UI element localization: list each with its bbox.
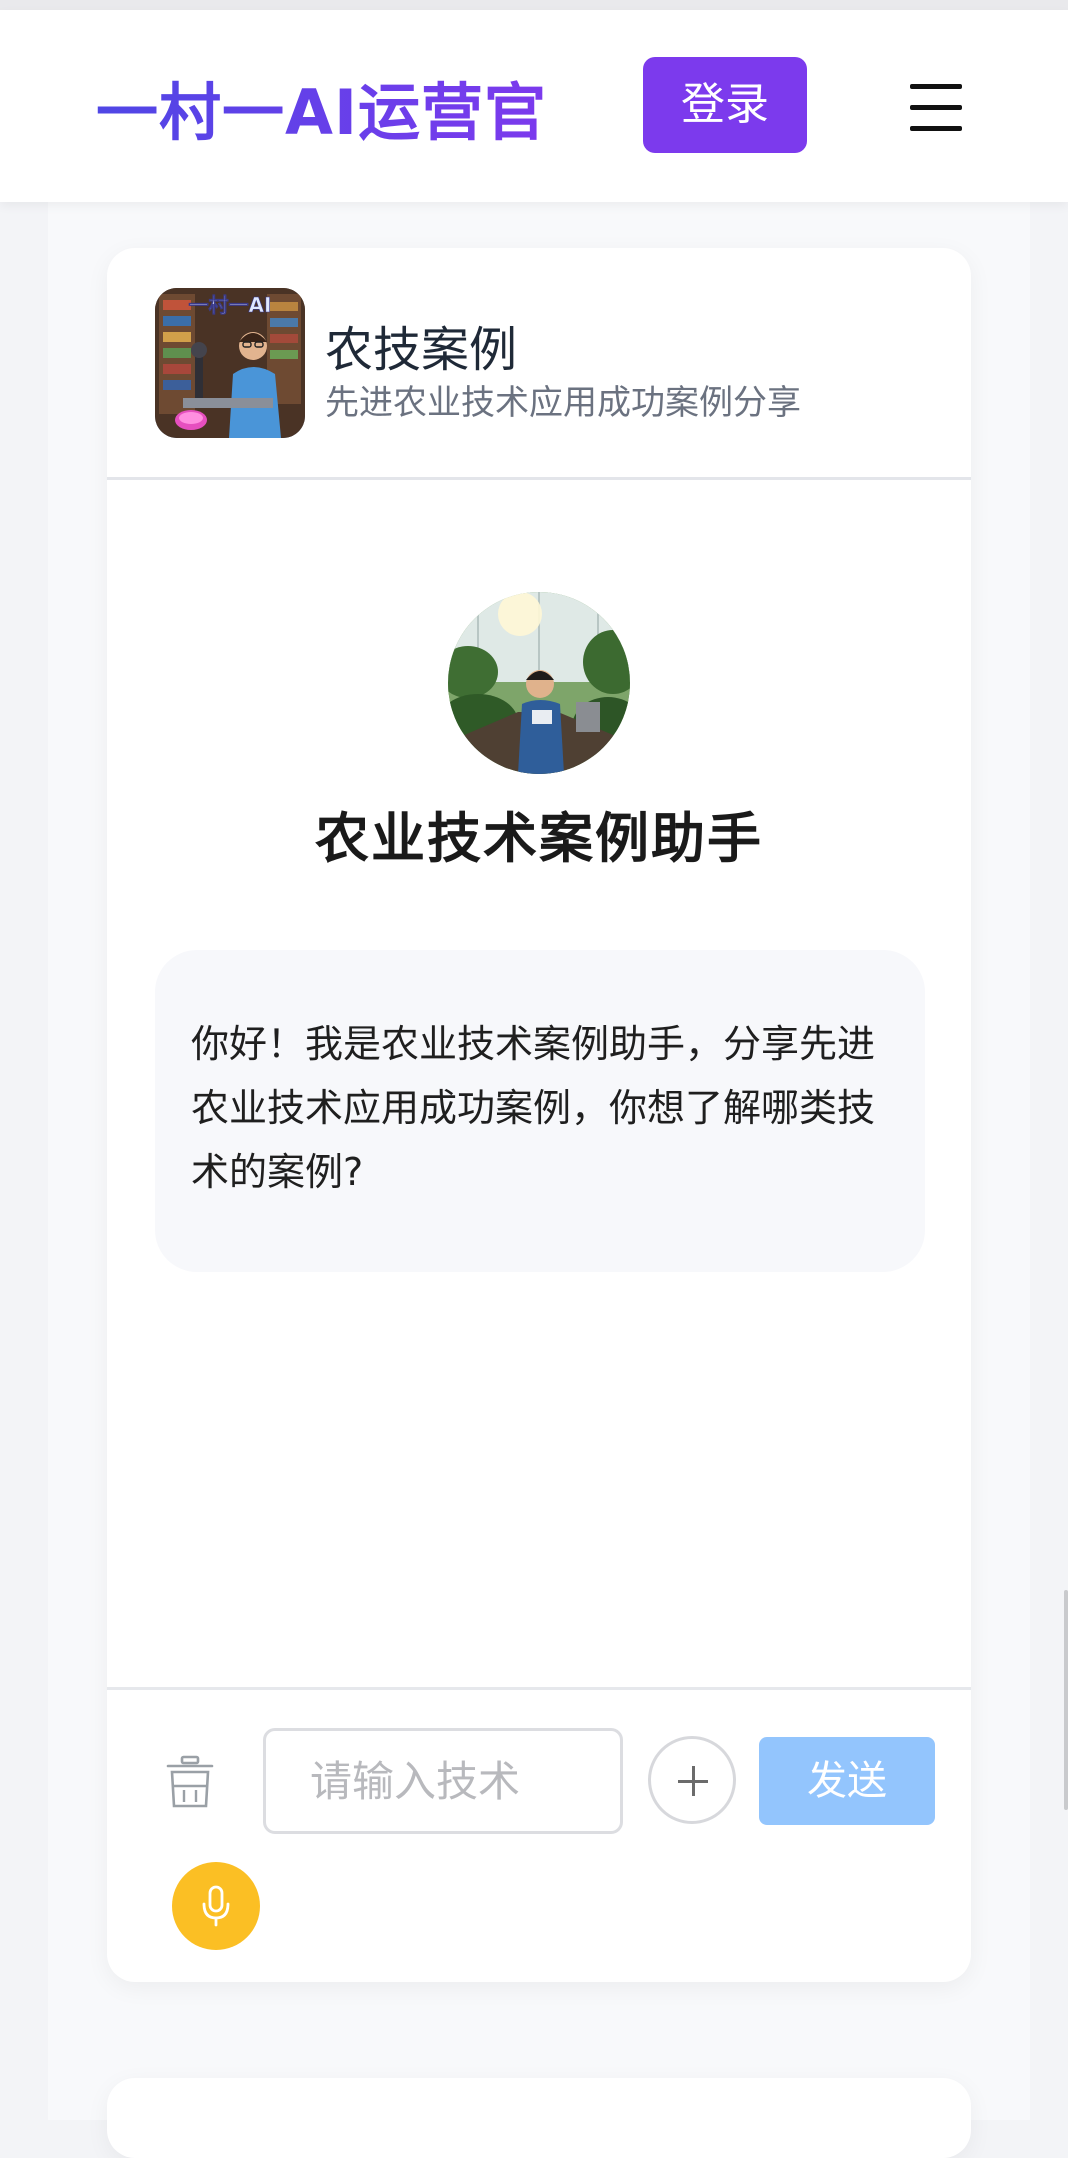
menu-icon[interactable] (908, 80, 964, 136)
card-title: 农技案例 (325, 322, 518, 378)
status-strip (0, 0, 1068, 10)
card-thumbnail: 一村一AI (155, 288, 305, 438)
next-card (107, 2078, 971, 2158)
trash-icon-graphic (166, 1755, 214, 1808)
trash-icon[interactable] (165, 1754, 215, 1810)
menu-line (910, 84, 962, 89)
card-header: 一村一AI 农技案例 先进农业技术应用成功案例分享 (107, 248, 971, 480)
top-header: 一村一AI运营官 登录 (0, 10, 1068, 202)
chat-input-bar: 发送 (107, 1687, 971, 1982)
assistant-name: 农业技术案例助手 (315, 807, 763, 870)
login-button[interactable]: 登录 (643, 57, 807, 153)
brand-logo[interactable]: 一村一AI运营官 (96, 68, 547, 158)
technology-input[interactable] (263, 1728, 623, 1834)
svg-text:一村一AI: 一村一AI (189, 293, 272, 317)
menu-line (910, 126, 962, 131)
send-button[interactable]: 发送 (759, 1737, 935, 1825)
scientist-illustration: 一村一AI (155, 288, 305, 438)
microphone-icon[interactable] (172, 1862, 260, 1950)
microphone-glyph (202, 1885, 230, 1927)
greenhouse-farmer-illustration (448, 592, 630, 774)
welcome-message-bubble: 你好！我是农业技术案例助手，分享先进农业技术应用成功案例，你想了解哪类技术的案例… (155, 950, 925, 1272)
menu-line (910, 105, 962, 110)
chat-card: 一村一AI 农技案例 先进农业技术应用成功案例分享 农业技术案例助手 你好！我是… (107, 248, 971, 1982)
card-subtitle: 先进农业技术应用成功案例分享 (325, 383, 801, 423)
plus-icon[interactable] (648, 1736, 736, 1824)
scrollbar[interactable] (1064, 1590, 1068, 1810)
assistant-avatar (448, 592, 630, 774)
